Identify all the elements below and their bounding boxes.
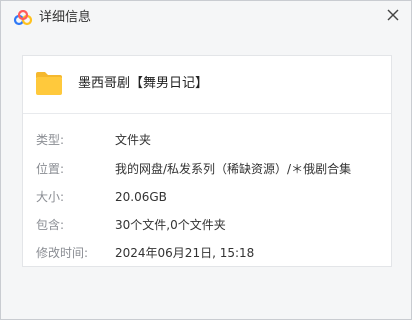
close-icon[interactable]: [383, 5, 403, 25]
contains-label: 包含:: [36, 218, 65, 232]
title-bar: 详细信息: [1, 1, 411, 35]
size-row: 大小: 20.06GB: [23, 188, 391, 206]
folder-icon: [36, 72, 62, 95]
location-value[interactable]: 我的网盘/私发系列（稀缺资源）/＊俄剧合集: [115, 160, 351, 178]
file-name: 墨西哥剧【舞男日记】: [78, 76, 209, 91]
details-dialog: 详细信息 墨西哥剧【舞男日记】 类型: 文件夹 位置: 我的网盘/私发系列（稀缺…: [0, 0, 412, 320]
modified-row: 修改时间: 2024年06月21日, 15:18: [23, 244, 391, 262]
details-card: 墨西哥剧【舞男日记】 类型: 文件夹 位置: 我的网盘/私发系列（稀缺资源）/＊…: [22, 55, 392, 267]
size-label: 大小:: [36, 190, 65, 204]
type-label: 类型:: [36, 133, 65, 147]
location-label: 位置:: [36, 162, 65, 176]
contains-value: 30个文件,0个文件夹: [115, 218, 226, 232]
modified-label: 修改时间:: [36, 246, 89, 260]
window-title: 详细信息: [39, 10, 92, 25]
location-row: 位置: 我的网盘/私发系列（稀缺资源）/＊俄剧合集: [23, 160, 391, 178]
file-header: 墨西哥剧【舞男日记】: [23, 56, 391, 114]
size-value: 20.06GB: [115, 190, 167, 204]
type-value: 文件夹: [115, 133, 152, 147]
contains-row: 包含: 30个文件,0个文件夹: [23, 216, 391, 234]
modified-value: 2024年06月21日, 15:18: [115, 246, 255, 260]
baidu-netdisk-cloud-icon: [13, 10, 33, 26]
type-row: 类型: 文件夹: [23, 131, 391, 149]
